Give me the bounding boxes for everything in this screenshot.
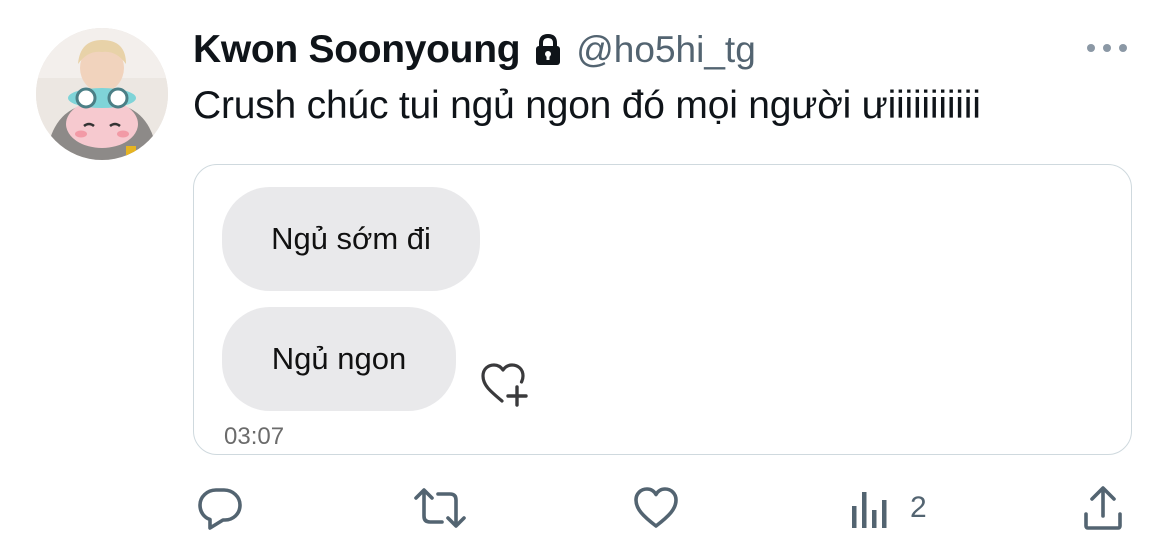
avatar[interactable] [36, 28, 168, 160]
share-button[interactable] [1082, 480, 1124, 536]
reply-icon [196, 484, 244, 532]
views-count: 2 [910, 491, 927, 524]
views-chart-icon [850, 486, 890, 530]
retweet-icon [412, 484, 468, 532]
tweet-actions: 2 [0, 480, 1170, 540]
author-handle[interactable]: @ho5hi_tg [576, 29, 756, 71]
lock-icon [534, 33, 562, 67]
heart-icon [633, 486, 679, 530]
like-button[interactable] [633, 480, 679, 536]
author-display-name[interactable]: Kwon Soonyoung [193, 28, 521, 72]
views-button[interactable]: 2 [850, 480, 927, 536]
message-timestamp: 03:07 [224, 423, 285, 450]
tweet-text: Crush chúc tui ngủ ngon đó mọi người ưii… [193, 84, 981, 127]
reply-button[interactable] [196, 480, 244, 536]
retweet-button[interactable] [412, 480, 468, 536]
share-icon [1082, 484, 1124, 532]
tweet-media[interactable]: Ngủ sớm đi Ngủ ngon 03:07 [193, 164, 1132, 455]
message-bubble: Ngủ ngon [222, 307, 456, 411]
message-text: Ngủ sớm đi [271, 221, 431, 256]
heart-plus-icon [480, 361, 532, 407]
message-text: Ngủ ngon [271, 341, 407, 376]
tweet-header: Kwon Soonyoung @ho5hi_tg [193, 26, 756, 74]
more-options-icon[interactable] [1085, 38, 1129, 58]
tweet[interactable]: Kwon Soonyoung @ho5hi_tg Crush chúc tui … [0, 0, 1170, 557]
message-bubble: Ngủ sớm đi [222, 187, 480, 291]
